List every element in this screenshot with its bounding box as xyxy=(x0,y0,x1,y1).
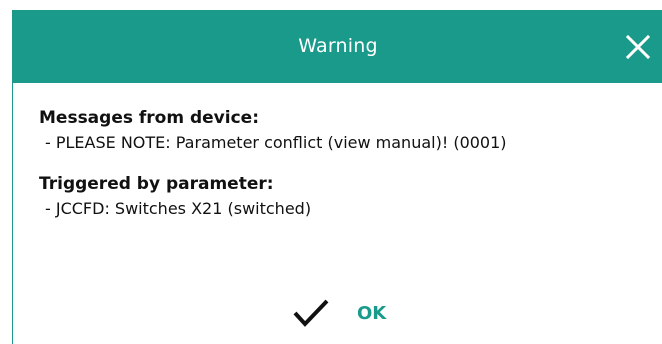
warning-dialog: Warning Messages from device: - PLEASE N… xyxy=(12,10,662,344)
close-icon xyxy=(625,34,651,60)
message-item: - PLEASE NOTE: Parameter conflict (view … xyxy=(45,133,507,152)
checkmark-icon xyxy=(293,299,329,327)
messages-heading: Messages from device: xyxy=(39,108,259,128)
dialog-title: Warning xyxy=(298,35,378,57)
triggered-heading: Triggered by parameter: xyxy=(39,174,274,194)
parameter-item: - JCCFD: Switches X21 (switched) xyxy=(45,199,312,218)
close-button[interactable] xyxy=(621,30,655,64)
ok-button[interactable]: OK xyxy=(291,293,386,333)
ok-label: OK xyxy=(357,302,387,324)
dialog-content: Messages from device: - PLEASE NOTE: Par… xyxy=(39,105,659,223)
dialog-titlebar: Warning xyxy=(13,10,662,83)
